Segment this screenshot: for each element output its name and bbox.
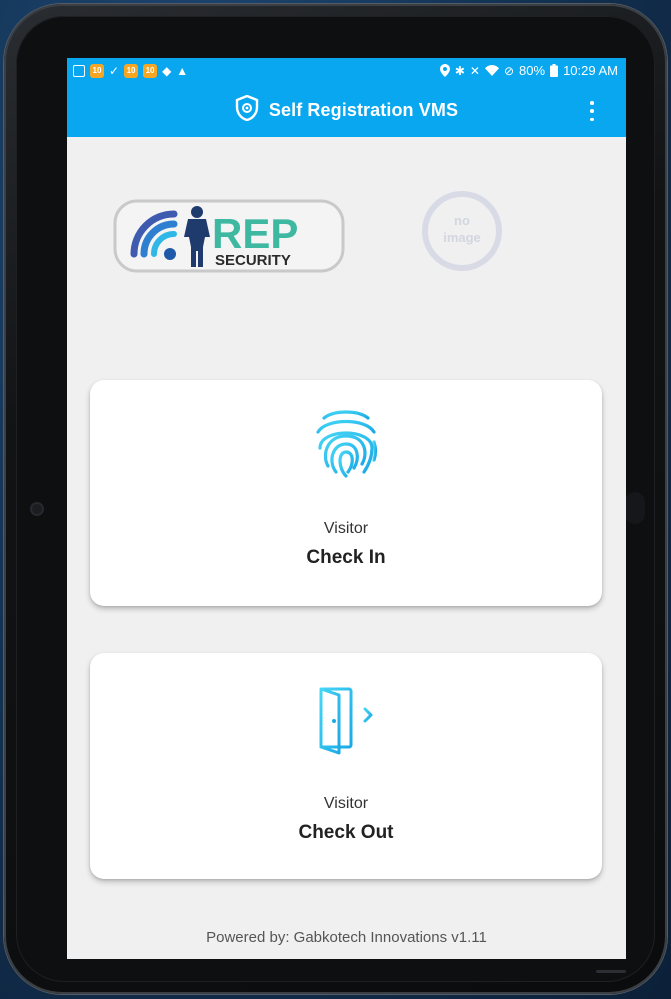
powered-by-footer: Powered by: Gabkotech Innovations v1.11 — [206, 929, 487, 946]
logo-rep-text: REP — [212, 210, 298, 257]
app-screen: 10 ✓ 10 10 ◆ ▲ ✱ ✕ ⊘ 80% 10:29 AM Self R… — [67, 58, 626, 959]
status-icons-left: 10 ✓ 10 10 ◆ ▲ — [73, 63, 189, 78]
orange-app-icon: 10 — [143, 63, 158, 78]
visitor-check-out-button[interactable]: Visitor Check Out — [90, 653, 602, 879]
warning-icon: ▲ — [176, 63, 189, 78]
image-icon — [73, 64, 85, 77]
exit-door-icon — [313, 683, 379, 760]
mute-icon: ✕ — [469, 63, 480, 78]
logo-security-text: SECURITY — [215, 252, 291, 269]
tablet-frame: 10 ✓ 10 10 ◆ ▲ ✱ ✕ ⊘ 80% 10:29 AM Self R… — [4, 4, 667, 994]
orange-app-icon: 10 — [90, 63, 104, 78]
no-image-line2: image — [443, 230, 481, 245]
battery-percent: 80% — [519, 63, 546, 78]
location-icon — [439, 64, 450, 77]
hardware-button — [625, 492, 645, 524]
orange-app-icon: 10 — [124, 63, 139, 78]
no-image-placeholder: no image — [417, 186, 507, 276]
home-indicator — [596, 970, 626, 973]
app-title: Self Registration VMS — [268, 99, 459, 120]
bluetooth-icon: ✱ — [454, 63, 465, 78]
download-done-icon: ✓ — [109, 63, 120, 78]
wifi-icon — [484, 65, 499, 76]
front-camera — [32, 504, 42, 514]
check-in-label: Check In — [306, 547, 386, 568]
no-image-line1: no — [454, 213, 470, 228]
nav-icon: ◆ — [162, 63, 172, 78]
check-out-label: Check Out — [298, 822, 394, 843]
status-bar: 10 ✓ 10 10 ◆ ▲ ✱ ✕ ⊘ 80% 10:29 AM — [67, 58, 626, 83]
more-vert-icon[interactable] — [584, 101, 600, 121]
shield-icon — [235, 94, 259, 126]
dnd-icon: ⊘ — [503, 63, 515, 78]
battery-icon — [550, 64, 559, 77]
app-bar: Self Registration VMS — [67, 83, 626, 137]
check-out-sub-label: Visitor — [323, 795, 369, 812]
status-icons-right: ✱ ✕ ⊘ 80% 10:29 AM — [439, 63, 618, 78]
fingerprint-icon — [308, 406, 384, 487]
company-logo: REP SECURITY — [112, 196, 347, 276]
visitor-check-in-button[interactable]: Visitor Check In — [90, 380, 602, 606]
clock: 10:29 AM — [563, 63, 618, 78]
check-in-sub-label: Visitor — [323, 520, 369, 537]
